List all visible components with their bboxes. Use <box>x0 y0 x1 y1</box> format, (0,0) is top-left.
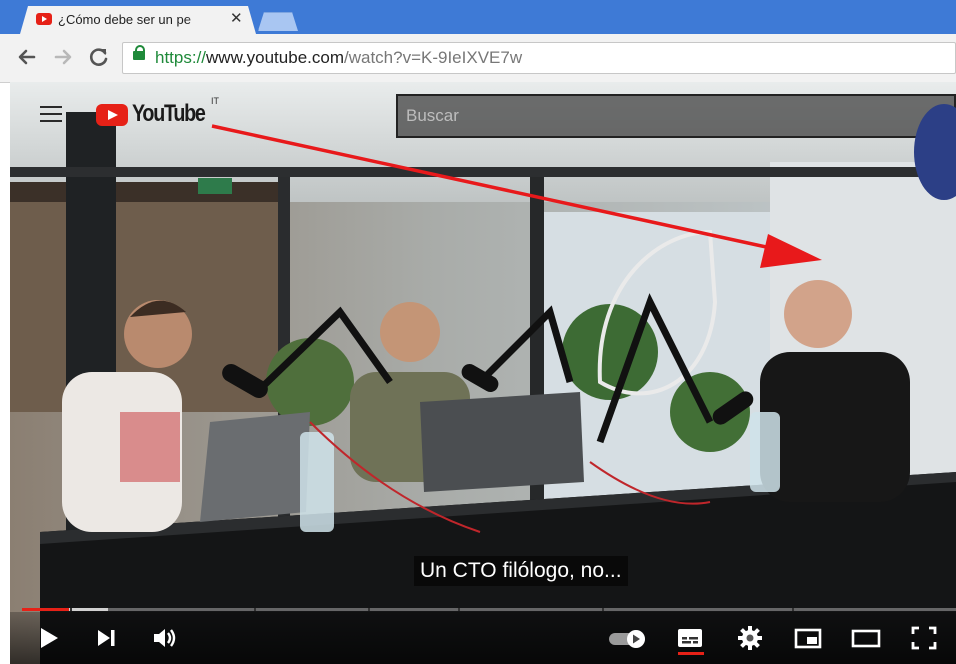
chapter-marker <box>602 608 604 611</box>
address-bar[interactable]: https://www.youtube.com/watch?v=K-9IeIXV… <box>122 42 956 74</box>
theater-mode-icon <box>851 629 881 648</box>
next-button[interactable] <box>90 622 122 654</box>
reload-button[interactable] <box>86 44 112 70</box>
back-arrow-icon <box>18 49 36 65</box>
forward-arrow-icon <box>54 49 72 65</box>
next-icon <box>98 630 115 646</box>
volume-icon <box>154 629 176 647</box>
new-tab-button[interactable] <box>258 12 298 31</box>
chapter-marker <box>792 608 794 611</box>
url-scheme: https:// <box>155 48 207 67</box>
lock-icon <box>133 45 145 60</box>
browser-tabstrip: ¿Cómo debe ser un pe ✕ <box>0 0 956 34</box>
theater-mode-button[interactable] <box>850 622 882 654</box>
url-host: www.youtube.com <box>206 48 344 67</box>
miniplayer-icon <box>794 628 822 649</box>
forward-button[interactable] <box>50 44 76 70</box>
browser-tab-active[interactable]: ¿Cómo debe ser un pe ✕ <box>20 6 256 34</box>
progress-played <box>22 608 69 611</box>
subtitles-icon <box>678 629 702 647</box>
subtitles-button[interactable] <box>674 622 706 655</box>
url-text[interactable]: https://www.youtube.com/watch?v=K-9IeIXV… <box>155 48 522 68</box>
play-icon <box>41 628 58 648</box>
video-player[interactable]: YouTube IT Buscar Un CTO filólogo, no... <box>10 82 956 664</box>
tab-title: ¿Cómo debe ser un pe <box>58 12 210 27</box>
back-button[interactable] <box>14 44 40 70</box>
chapter-marker <box>368 608 370 611</box>
autoplay-toggle[interactable] <box>606 622 650 654</box>
fullscreen-icon <box>911 626 937 650</box>
chapter-marker <box>458 608 460 611</box>
video-subtitle: Un CTO filólogo, no... <box>414 556 628 586</box>
youtube-favicon-icon <box>36 13 52 25</box>
chapter-marker <box>254 608 256 611</box>
volume-button[interactable] <box>148 622 180 654</box>
autoplay-toggle-icon <box>609 630 645 648</box>
play-button[interactable] <box>32 622 64 654</box>
url-path: /watch?v=K-9IeIXVE7w <box>343 48 523 67</box>
chapter-marker <box>70 608 72 611</box>
settings-button[interactable] <box>734 622 766 654</box>
reload-icon <box>90 48 108 66</box>
progress-bar[interactable] <box>22 608 956 611</box>
subtitles-active-indicator <box>678 652 704 655</box>
settings-gear-icon <box>738 626 762 650</box>
fullscreen-button[interactable] <box>908 622 940 654</box>
miniplayer-button[interactable] <box>792 622 824 654</box>
player-controls <box>10 612 956 664</box>
browser-toolbar: https://www.youtube.com/watch?v=K-9IeIXV… <box>0 34 956 83</box>
tab-close-icon[interactable]: ✕ <box>230 9 243 27</box>
